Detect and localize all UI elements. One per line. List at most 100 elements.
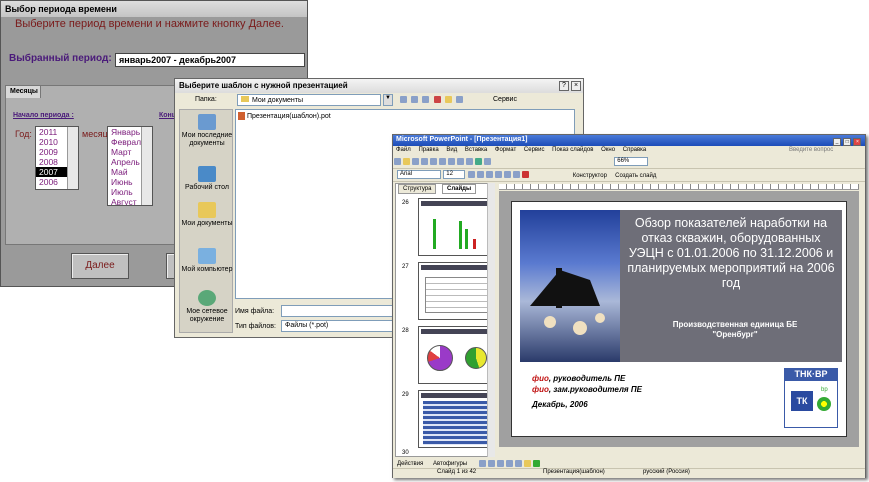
menu-slideshow[interactable]: Показ слайдов <box>552 147 593 153</box>
place-recent[interactable]: Мои последние документы <box>180 114 234 148</box>
slide-thumbnail[interactable] <box>418 198 494 256</box>
new-icon[interactable] <box>394 158 401 166</box>
arrow-icon[interactable] <box>487 460 495 467</box>
thumb-header <box>421 393 491 398</box>
person-role: , руководитель ПЕ <box>548 374 626 383</box>
slide-date: Декабрь, 2006 <box>532 400 588 409</box>
zoom-select[interactable]: 66% <box>614 157 649 167</box>
place-my-computer[interactable]: Мой компьютер <box>180 248 234 274</box>
save-icon[interactable] <box>412 158 419 166</box>
menu-file[interactable]: Файл <box>396 147 411 153</box>
designer-button[interactable]: Конструктор <box>573 173 607 179</box>
chart-icon[interactable] <box>475 158 482 166</box>
chevron-down-icon[interactable]: ▼ <box>383 94 393 106</box>
menu-insert[interactable]: Вставка <box>465 147 487 153</box>
redo-icon[interactable] <box>466 158 473 166</box>
person-line-1: фио, руководитель ПЕ <box>532 374 625 383</box>
table-icon[interactable] <box>484 158 491 166</box>
menu-window[interactable]: Окно <box>601 147 615 153</box>
font-name-select[interactable]: Arial <box>397 170 441 180</box>
service-menu[interactable]: Сервис <box>493 96 517 103</box>
views-icon[interactable] <box>456 96 464 104</box>
new-folder-icon[interactable] <box>444 96 452 104</box>
delete-icon[interactable] <box>433 96 441 104</box>
oval-icon[interactable] <box>505 460 513 467</box>
slide-thumbnail[interactable] <box>418 262 494 320</box>
align-center-icon[interactable] <box>504 171 512 179</box>
bold-icon[interactable] <box>468 171 476 179</box>
selected-period-field[interactable]: январь2007 - декабрь2007 <box>115 53 305 67</box>
powerpoint-window: Microsoft PowerPoint - [Презентация1] _ … <box>392 134 866 478</box>
year-label: Год: <box>15 129 32 139</box>
underline-icon[interactable] <box>486 171 494 179</box>
font-size-select[interactable]: 12 <box>443 170 466 180</box>
open-icon[interactable] <box>403 158 410 166</box>
menu-format[interactable]: Формат <box>495 147 516 153</box>
year-list-scrollbar[interactable] <box>67 127 78 189</box>
autoshapes-menu[interactable]: Автофигуры <box>433 461 467 467</box>
filetype-select[interactable]: Файлы (*.pot) <box>281 320 401 332</box>
search-web-icon[interactable] <box>422 96 430 104</box>
textbox-icon[interactable] <box>514 460 522 467</box>
menu-bar: Файл Правка Вид Вставка Формат Сервис По… <box>393 146 865 156</box>
close-icon[interactable]: × <box>853 138 862 146</box>
actions-menu[interactable]: Действия <box>397 461 423 467</box>
line-icon[interactable] <box>478 460 486 467</box>
minimize-icon[interactable]: _ <box>833 138 841 146</box>
help-icon[interactable]: ? <box>559 81 569 91</box>
print-icon[interactable] <box>421 158 428 166</box>
menu-help[interactable]: Справка <box>623 147 647 153</box>
filename-input[interactable] <box>281 305 401 317</box>
up-folder-icon[interactable] <box>411 96 419 104</box>
slide-editing-area[interactable]: Обзор показателей наработки на отказ скв… <box>499 191 859 447</box>
close-icon[interactable]: × <box>571 81 581 91</box>
menu-edit[interactable]: Правка <box>418 147 438 153</box>
oil-pump-silhouette-icon <box>530 268 605 335</box>
period-dialog-title: Выбор периода времени <box>1 1 307 17</box>
status-template: Презентация(шаблон) <box>543 469 605 475</box>
line-color-icon[interactable] <box>532 460 540 467</box>
rectangle-icon[interactable] <box>496 460 504 467</box>
ruler <box>499 184 859 190</box>
slide-thumbnail[interactable] <box>418 326 494 384</box>
slide-number: 26 <box>402 200 409 206</box>
place-network[interactable]: Мое сетевое окружение <box>180 290 234 324</box>
folder-select[interactable]: Мои документы <box>237 94 381 106</box>
back-icon[interactable] <box>400 96 407 104</box>
filename-label: Имя файла: <box>235 308 275 315</box>
place-my-documents[interactable]: Мои документы <box>180 202 234 228</box>
new-slide-button[interactable]: Создать слайд <box>615 173 656 179</box>
cut-icon[interactable] <box>430 158 437 166</box>
font-color-icon[interactable] <box>522 171 530 179</box>
align-right-icon[interactable] <box>513 171 521 179</box>
paste-icon[interactable] <box>448 158 455 166</box>
selected-period-label: Выбранный период: <box>9 53 112 64</box>
slide-thumbnail[interactable] <box>418 390 494 448</box>
menu-tools[interactable]: Сервис <box>524 147 545 153</box>
menu-view[interactable]: Вид <box>446 147 457 153</box>
current-slide[interactable]: Обзор показателей наработки на отказ скв… <box>511 201 847 437</box>
place-desktop[interactable]: Рабочий стол <box>180 166 234 192</box>
undo-icon[interactable] <box>457 158 464 166</box>
tab-slides[interactable]: Слайды <box>442 184 477 194</box>
pane-scrollbar[interactable] <box>487 183 495 457</box>
tab-months[interactable]: Месяцы <box>5 85 41 98</box>
copy-icon[interactable] <box>439 158 446 166</box>
question-box[interactable]: Введите вопрос <box>789 147 833 153</box>
maximize-icon[interactable]: □ <box>843 138 852 146</box>
formatting-toolbar: Arial 12 Конструктор Создать слайд <box>393 170 865 182</box>
place-label: Мое сетевое окружение <box>186 308 228 323</box>
next-button[interactable]: Далее <box>71 253 129 279</box>
person-role: , зам.руководителя ПЕ <box>548 385 642 394</box>
person-name: фио <box>532 374 549 383</box>
list-item[interactable]: Презентация(шаблон).pot <box>238 112 331 120</box>
folder-value: Мои документы <box>252 97 304 104</box>
fill-color-icon[interactable] <box>523 460 531 467</box>
align-left-icon[interactable] <box>495 171 503 179</box>
tab-outline[interactable]: Структура <box>398 184 437 194</box>
italic-icon[interactable] <box>477 171 485 179</box>
drawing-toolbar: Действия Автофигуры <box>393 459 865 469</box>
standard-toolbar: 66% <box>393 157 865 169</box>
month-list-scrollbar[interactable] <box>141 127 152 205</box>
thumb-header <box>421 329 491 334</box>
